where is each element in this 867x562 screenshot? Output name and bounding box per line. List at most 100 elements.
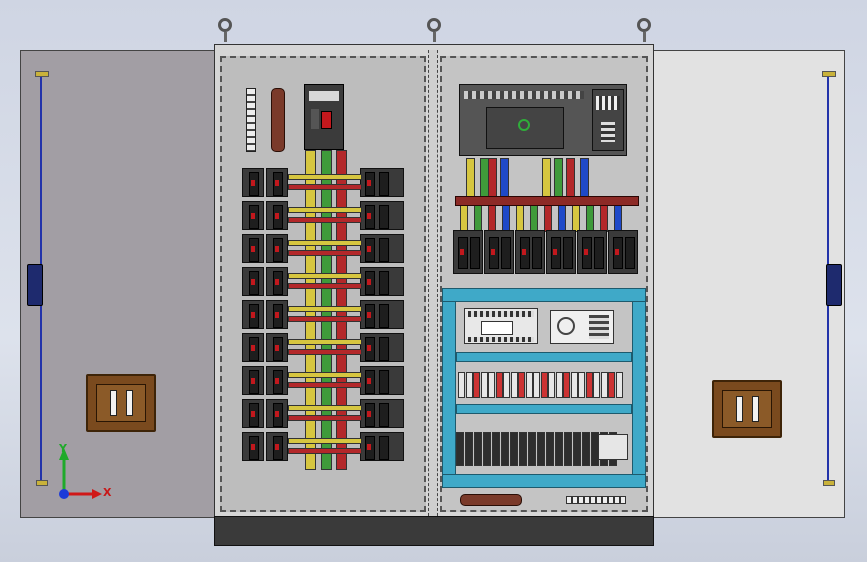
branch-breaker[interactable] bbox=[266, 267, 288, 296]
hmi-keypad[interactable] bbox=[589, 315, 609, 339]
branch-breaker[interactable] bbox=[360, 168, 404, 197]
branch-breaker[interactable] bbox=[242, 201, 264, 230]
plc-rack[interactable] bbox=[459, 84, 627, 156]
branch-breaker[interactable] bbox=[242, 234, 264, 263]
branch-breaker[interactable] bbox=[242, 399, 264, 428]
plc-supply-cable bbox=[542, 158, 551, 198]
controller-display bbox=[481, 321, 513, 335]
relay-terminal[interactable] bbox=[582, 432, 590, 466]
branch-breaker[interactable] bbox=[266, 300, 288, 329]
relay-terminal[interactable] bbox=[555, 432, 563, 466]
branch-breaker[interactable] bbox=[242, 333, 264, 362]
branch-breaker[interactable] bbox=[360, 201, 404, 230]
left-door-handle-inner bbox=[96, 384, 146, 422]
left-door-handle-slot bbox=[110, 390, 117, 416]
branch-breaker[interactable] bbox=[266, 234, 288, 263]
breaker-feed-cable bbox=[502, 204, 510, 232]
terminal-block bbox=[563, 372, 570, 398]
relay-terminal[interactable] bbox=[573, 432, 581, 466]
controller-module[interactable] bbox=[464, 308, 538, 344]
hmi-dial-icon[interactable] bbox=[557, 317, 575, 335]
right-door-handle-slot bbox=[752, 396, 759, 422]
breaker-feed-cable bbox=[600, 204, 608, 232]
branch-breaker[interactable] bbox=[266, 399, 288, 428]
branch-breaker[interactable] bbox=[242, 366, 264, 395]
main-breaker-lever[interactable] bbox=[321, 111, 332, 129]
feeder-breaker[interactable] bbox=[546, 230, 576, 274]
branch-breaker[interactable] bbox=[360, 432, 404, 461]
plc-status-led bbox=[518, 119, 530, 131]
relay-terminal[interactable] bbox=[546, 432, 554, 466]
branch-breaker[interactable] bbox=[360, 234, 404, 263]
terminal-block bbox=[495, 372, 503, 398]
breaker-indicator bbox=[367, 444, 371, 450]
relay-terminal[interactable] bbox=[537, 432, 545, 466]
feeder-breaker[interactable] bbox=[608, 230, 638, 274]
relay-terminal[interactable] bbox=[501, 432, 509, 466]
left-door-handle-icon[interactable] bbox=[86, 374, 156, 432]
right-door-latch[interactable] bbox=[826, 264, 842, 306]
relay-terminal[interactable] bbox=[519, 432, 527, 466]
breaker-feed-cable bbox=[460, 204, 468, 232]
x-axis-label: X bbox=[103, 486, 112, 499]
branch-breaker[interactable] bbox=[266, 201, 288, 230]
branch-breaker[interactable] bbox=[360, 267, 404, 296]
branch-breaker[interactable] bbox=[242, 300, 264, 329]
feeder-breaker[interactable] bbox=[577, 230, 607, 274]
left-door-rod-cap-bottom bbox=[36, 480, 48, 486]
relay-terminal[interactable] bbox=[465, 432, 473, 466]
branch-breaker[interactable] bbox=[242, 168, 264, 197]
breaker-indicator bbox=[367, 312, 371, 318]
breaker-indicator bbox=[584, 249, 588, 255]
cabinet-base bbox=[214, 516, 654, 546]
branch-breaker[interactable] bbox=[242, 267, 264, 296]
breaker-handle bbox=[379, 271, 389, 295]
plc-io-module[interactable] bbox=[592, 89, 624, 151]
hmi-module[interactable] bbox=[550, 310, 614, 344]
branch-breaker[interactable] bbox=[360, 300, 404, 329]
terminal-block bbox=[540, 372, 548, 398]
feeder-breaker[interactable] bbox=[515, 230, 545, 274]
terminal-block bbox=[465, 372, 473, 398]
din-rail-row-3 bbox=[456, 404, 632, 414]
breaker-handle bbox=[379, 238, 389, 262]
feeder-breaker[interactable] bbox=[484, 230, 514, 274]
controller-terminals-top bbox=[468, 311, 534, 317]
terminal-block bbox=[548, 372, 555, 398]
relay-terminal[interactable] bbox=[492, 432, 500, 466]
breaker-indicator bbox=[522, 249, 526, 255]
branch-breaker[interactable] bbox=[360, 333, 404, 362]
left-door-latch[interactable] bbox=[27, 264, 43, 306]
main-breaker[interactable] bbox=[304, 84, 344, 150]
feeder-breaker[interactable] bbox=[453, 230, 483, 274]
plc-supply-cable bbox=[566, 158, 575, 198]
terminal-block bbox=[488, 372, 495, 398]
relay-terminal[interactable] bbox=[564, 432, 572, 466]
branch-breaker[interactable] bbox=[266, 366, 288, 395]
right-door-handle-inner bbox=[722, 390, 772, 428]
branch-breaker[interactable] bbox=[360, 366, 404, 395]
horizontal-bus-link bbox=[288, 174, 362, 180]
branch-breaker[interactable] bbox=[266, 168, 288, 197]
branch-breaker[interactable] bbox=[242, 432, 264, 461]
relay-terminal[interactable] bbox=[456, 432, 464, 466]
branch-breaker[interactable] bbox=[266, 432, 288, 461]
plc-supply-cable bbox=[488, 158, 497, 198]
relay-terminal[interactable] bbox=[510, 432, 518, 466]
right-door-handle-icon[interactable] bbox=[712, 380, 782, 438]
breaker-handle bbox=[563, 237, 573, 269]
breaker-handle bbox=[379, 436, 389, 460]
main-breaker-label-panel bbox=[309, 91, 339, 101]
branch-breaker[interactable] bbox=[360, 399, 404, 428]
lifting-eye-icon bbox=[637, 18, 651, 42]
relay-terminal[interactable] bbox=[483, 432, 491, 466]
power-supply-module[interactable] bbox=[598, 434, 628, 460]
controller-terminals-bottom bbox=[468, 337, 534, 342]
relay-terminal[interactable] bbox=[474, 432, 482, 466]
breaker-indicator bbox=[367, 180, 371, 186]
relay-terminal[interactable] bbox=[528, 432, 536, 466]
horizontal-bus-link bbox=[288, 207, 362, 213]
branch-breaker[interactable] bbox=[266, 333, 288, 362]
breaker-indicator bbox=[367, 345, 371, 351]
distribution-busbar bbox=[455, 196, 639, 206]
